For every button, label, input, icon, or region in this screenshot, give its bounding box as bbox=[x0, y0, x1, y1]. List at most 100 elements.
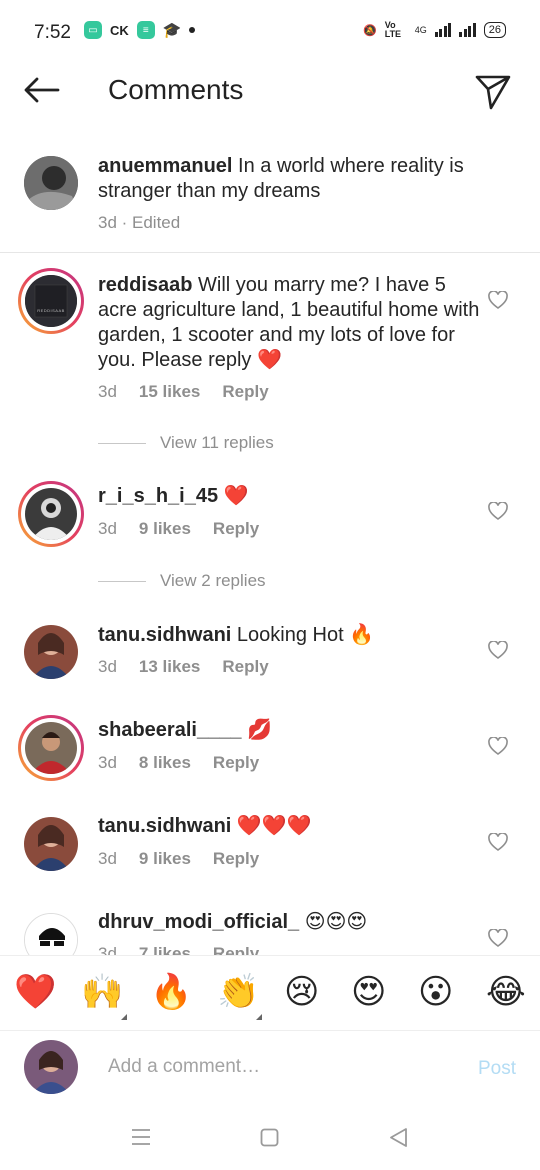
commenter-avatar[interactable] bbox=[24, 625, 78, 679]
post-caption: anuemmanuel In a world where reality is … bbox=[0, 140, 540, 253]
like-heart-icon[interactable] bbox=[488, 929, 508, 947]
comment-time: 3d bbox=[98, 849, 117, 868]
skin-tone-indicator-icon bbox=[256, 1014, 262, 1020]
calculator-app-icon: ≡ bbox=[136, 21, 155, 39]
caption-text: anuemmanuel In a world where reality is … bbox=[98, 154, 488, 204]
reply-button[interactable]: Reply bbox=[222, 382, 268, 402]
view-replies-button[interactable]: View 2 replies bbox=[98, 571, 266, 591]
signal-icon-2 bbox=[459, 23, 476, 37]
ck-app-icon: CK bbox=[110, 22, 129, 38]
notification-icons: ▭ CK ≡ 🎓 bbox=[84, 21, 196, 39]
story-ring[interactable]: REDDISAAB bbox=[18, 268, 84, 334]
home-icon[interactable] bbox=[260, 1128, 279, 1147]
story-ring[interactable] bbox=[18, 715, 84, 781]
commenter-avatar bbox=[25, 488, 77, 540]
comment-body: ❤️ bbox=[223, 485, 249, 507]
like-heart-icon[interactable] bbox=[488, 641, 508, 659]
emoji-clapping-button[interactable]: 👏 bbox=[217, 972, 259, 1012]
header: Comments bbox=[0, 64, 540, 118]
emoji-laughing-button[interactable]: 😂 bbox=[486, 972, 526, 1012]
avatar-logo-text: REDDISAAB bbox=[37, 308, 65, 313]
emoji-fire-button[interactable]: 🔥 bbox=[150, 972, 192, 1012]
comment-likes[interactable]: 9 likes bbox=[139, 849, 191, 869]
comment-text: shabeerali____ 💋 bbox=[98, 718, 488, 743]
comment-time: 3d bbox=[98, 519, 117, 538]
emoji-heart-button[interactable]: ❤️ bbox=[14, 972, 56, 1012]
comment-body: 💋 bbox=[247, 719, 272, 741]
back-arrow-icon[interactable] bbox=[22, 72, 62, 108]
comment-input[interactable]: Add a comment… bbox=[108, 1056, 260, 1078]
comment-username[interactable]: shabeerali____ bbox=[98, 719, 241, 741]
emoji-quick-bar: ❤️ 🙌 🔥 👏 😢 😍 😮 😂 bbox=[0, 955, 540, 1031]
comment-username[interactable]: tanu.sidhwani bbox=[98, 624, 231, 646]
comment-meta: 3d 8 likes Reply bbox=[98, 753, 259, 773]
divider-line bbox=[98, 442, 146, 444]
comment-text: tanu.sidhwani Looking Hot 🔥 bbox=[98, 623, 488, 648]
comment-time: 3d bbox=[98, 382, 117, 401]
like-heart-icon[interactable] bbox=[488, 833, 508, 851]
like-heart-icon[interactable] bbox=[488, 502, 508, 520]
send-direct-icon[interactable] bbox=[474, 72, 512, 110]
comment-username[interactable]: r_i_s_h_i_45 bbox=[98, 485, 218, 507]
comment-meta: 3d 13 likes Reply bbox=[98, 657, 269, 677]
comment-meta: 3d 15 likes Reply bbox=[98, 382, 269, 402]
story-ring[interactable] bbox=[18, 481, 84, 547]
comment-username[interactable]: dhruv_modi_official_ bbox=[98, 911, 299, 933]
recent-apps-icon[interactable] bbox=[131, 1128, 151, 1146]
comment-likes[interactable]: 13 likes bbox=[139, 657, 200, 677]
reply-button[interactable]: Reply bbox=[213, 753, 259, 773]
comment-username[interactable]: tanu.sidhwani bbox=[98, 815, 231, 837]
page-title: Comments bbox=[108, 74, 244, 105]
back-nav-icon[interactable] bbox=[388, 1127, 408, 1148]
comment-composer: Add a comment… Post bbox=[0, 1030, 540, 1106]
view-replies-button[interactable]: View 11 replies bbox=[98, 433, 274, 453]
comment-body: ❤️❤️❤️ bbox=[236, 815, 312, 837]
battery-icon: 26 bbox=[483, 22, 506, 38]
system-navigation-bar bbox=[0, 1106, 540, 1170]
commenter-avatar bbox=[25, 722, 77, 774]
system-indicators: 🔕 Vo LTE 4G 26 bbox=[363, 21, 506, 39]
divider-line bbox=[98, 580, 146, 582]
volte-icon: Vo LTE bbox=[384, 20, 402, 39]
graduation-cap-icon: 🎓 bbox=[162, 22, 182, 39]
mute-icon: 🔕 bbox=[363, 24, 377, 37]
reply-button[interactable]: Reply bbox=[213, 849, 259, 869]
emoji-crying-button[interactable]: 😢 bbox=[284, 972, 319, 1012]
view-replies-label: View 2 replies bbox=[160, 571, 266, 590]
emoji-heart-eyes-button[interactable]: 😍 bbox=[351, 972, 386, 1012]
comment-meta: 3d 9 likes Reply bbox=[98, 519, 259, 539]
caption-username[interactable]: anuemmanuel bbox=[98, 155, 232, 177]
comment-time: 3d bbox=[98, 657, 117, 676]
post-button[interactable]: Post bbox=[478, 1058, 516, 1080]
comment-username[interactable]: reddisaab bbox=[98, 274, 192, 296]
like-heart-icon[interactable] bbox=[488, 737, 508, 755]
more-notifications-dot-icon bbox=[189, 27, 196, 33]
comment-body: Looking Hot 🔥 bbox=[236, 624, 375, 646]
emoji-surprised-button[interactable]: 😮 bbox=[418, 972, 453, 1012]
comment-text: reddisaab Will you marry me? I have 5 ac… bbox=[98, 273, 488, 373]
comment-time: 3d bbox=[98, 753, 117, 772]
comment-text: r_i_s_h_i_45 ❤️ bbox=[98, 484, 488, 509]
reply-button[interactable]: Reply bbox=[222, 657, 268, 677]
caption-meta: 3d · Edited bbox=[98, 213, 181, 232]
signal-icon bbox=[434, 23, 452, 37]
network-type: 4G bbox=[414, 25, 427, 35]
reply-button[interactable]: Reply bbox=[213, 519, 259, 539]
view-replies-label: View 11 replies bbox=[160, 433, 274, 452]
comment-likes[interactable]: 8 likes bbox=[139, 753, 191, 773]
status-bar: 7:52 ▭ CK ≡ 🎓 🔕 Vo LTE 4G 26 bbox=[0, 0, 540, 64]
commenter-avatar[interactable] bbox=[24, 817, 78, 871]
skin-tone-indicator-icon bbox=[121, 1014, 127, 1020]
comment-likes[interactable]: 15 likes bbox=[139, 382, 200, 402]
messages-app-icon: ▭ bbox=[84, 21, 102, 39]
status-time: 7:52 bbox=[34, 22, 71, 43]
comment-body: 😍😍😍 bbox=[304, 911, 368, 933]
comment-meta: 3d 9 likes Reply bbox=[98, 849, 259, 869]
comment-text: dhruv_modi_official_ 😍😍😍 bbox=[98, 910, 488, 935]
emoji-raising-hands-button[interactable]: 🙌 bbox=[81, 972, 123, 1012]
comment-likes[interactable]: 9 likes bbox=[139, 519, 191, 539]
caption-avatar[interactable] bbox=[24, 156, 78, 210]
like-heart-icon[interactable] bbox=[488, 291, 508, 309]
current-user-avatar bbox=[24, 1040, 78, 1094]
commenter-avatar: REDDISAAB bbox=[25, 275, 77, 327]
